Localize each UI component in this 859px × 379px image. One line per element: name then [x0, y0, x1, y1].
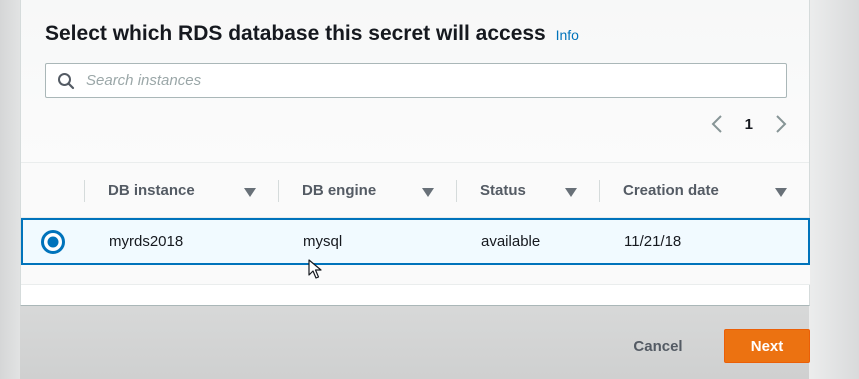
- column-divider: [278, 180, 279, 202]
- chevron-left-icon[interactable]: [711, 114, 723, 134]
- cell-status: available: [481, 233, 541, 250]
- caret-down-icon[interactable]: [565, 184, 577, 201]
- column-divider: [84, 180, 85, 202]
- mouse-cursor-icon: [308, 259, 322, 284]
- page-title: Select which RDS database this secret wi…: [45, 22, 579, 46]
- current-page-number[interactable]: 1: [745, 116, 753, 133]
- next-button[interactable]: Next: [724, 329, 810, 363]
- radio-selected-icon[interactable]: [41, 230, 65, 254]
- column-divider: [599, 180, 600, 202]
- page-title-text: Select which RDS database this secret wi…: [45, 22, 546, 45]
- chevron-right-icon[interactable]: [775, 114, 787, 134]
- caret-down-icon[interactable]: [244, 184, 256, 201]
- rds-selection-panel: Select which RDS database this secret wi…: [20, 0, 810, 306]
- search-icon: [46, 72, 86, 90]
- search-box[interactable]: [45, 63, 787, 98]
- header-db-engine[interactable]: DB engine: [278, 163, 456, 217]
- info-link[interactable]: Info: [556, 27, 579, 43]
- caret-down-icon[interactable]: [775, 184, 787, 201]
- header-creation-date[interactable]: Creation date: [599, 163, 809, 217]
- column-divider: [456, 180, 457, 202]
- header-status[interactable]: Status: [456, 163, 599, 217]
- header-label: Status: [480, 181, 526, 199]
- pagination: 1: [711, 114, 787, 134]
- table-empty-space: [21, 265, 810, 285]
- db-instances-table: DB instance DB engine Status Creation da…: [21, 162, 810, 285]
- caret-down-icon[interactable]: [422, 184, 434, 201]
- backdrop-right: [809, 0, 859, 379]
- search-input[interactable]: [86, 64, 786, 97]
- backdrop-left: [0, 0, 20, 379]
- cell-db-instance: myrds2018: [109, 233, 184, 250]
- header-label: Creation date: [623, 181, 719, 199]
- header-db-instance[interactable]: DB instance: [84, 163, 278, 217]
- cell-creation-date: 11/21/18: [624, 233, 682, 250]
- header-select-column: [21, 163, 84, 217]
- table-row[interactable]: myrds2018 mysql available 11/21/18: [21, 218, 810, 265]
- cell-db-engine: mysql: [303, 233, 343, 250]
- table-header: DB instance DB engine Status Creation da…: [21, 162, 809, 218]
- header-label: DB instance: [108, 181, 195, 199]
- header-label: DB engine: [302, 181, 377, 199]
- cancel-button[interactable]: Cancel: [612, 329, 704, 363]
- panel-header: Select which RDS database this secret wi…: [21, 0, 809, 162]
